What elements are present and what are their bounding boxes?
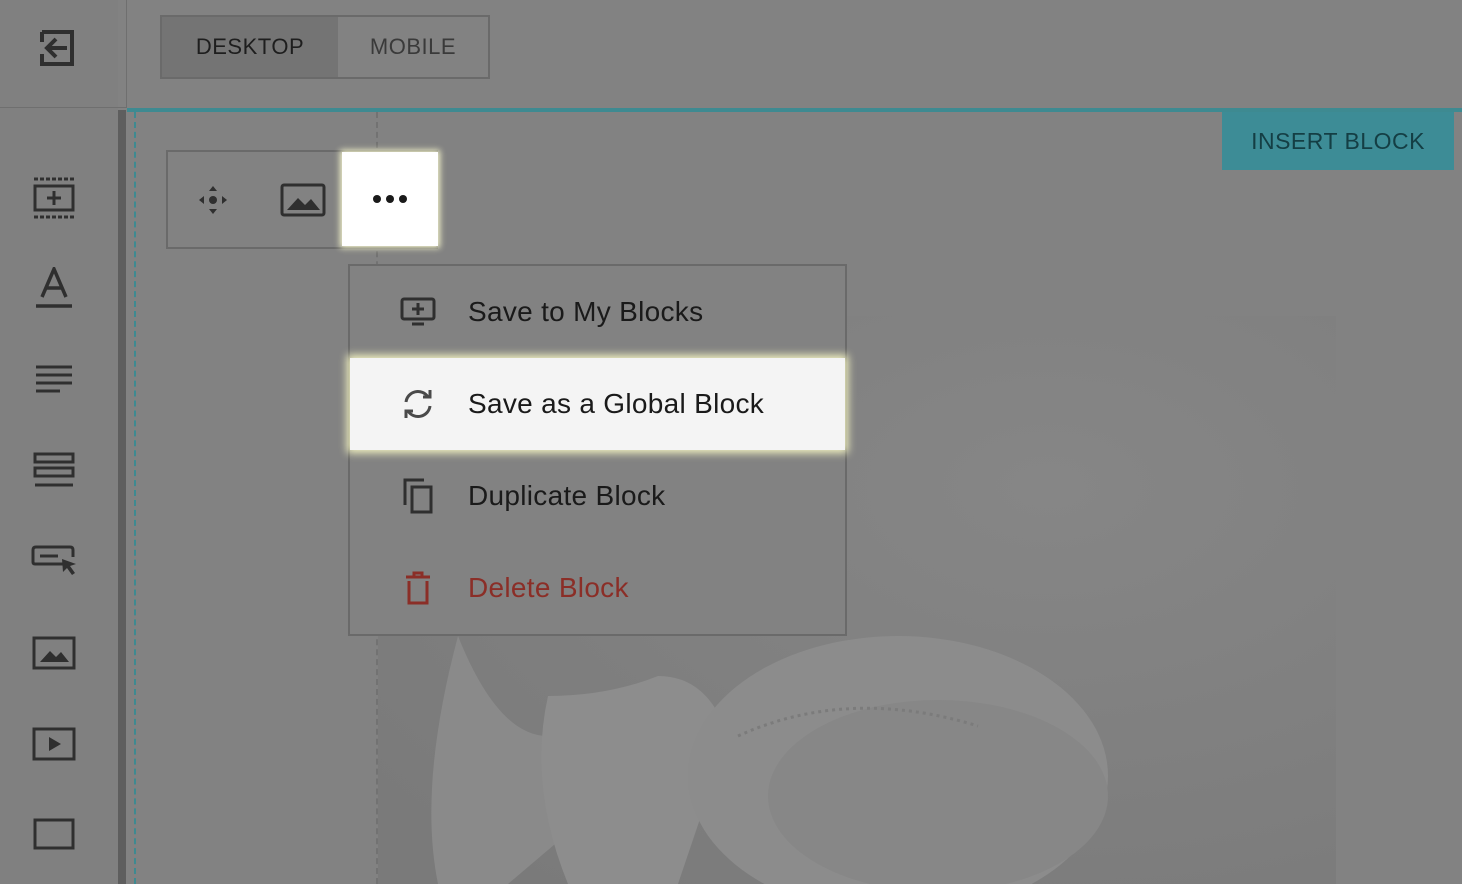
view-mode-toggle: DESKTOP MOBILE	[160, 15, 490, 79]
menu-item-label: Duplicate Block	[468, 480, 666, 511]
save-to-blocks-icon	[398, 292, 438, 332]
sidebar-scrollbar[interactable]	[118, 110, 126, 884]
exit-button[interactable]	[34, 26, 80, 70]
video-tool[interactable]	[26, 716, 82, 772]
sync-icon	[398, 384, 438, 424]
more-options-button[interactable]	[342, 152, 438, 246]
paragraph-tool[interactable]	[26, 352, 82, 408]
block-options-menu: Save to My Blocks Save as a Global Block…	[348, 264, 847, 636]
button-icon	[31, 545, 76, 575]
insert-block-button[interactable]: INSERT BLOCK	[1222, 112, 1454, 170]
heading-tool[interactable]	[26, 260, 82, 316]
menu-item-delete-block[interactable]: Delete Block	[350, 542, 845, 634]
duplicate-icon	[398, 476, 438, 516]
button-tool[interactable]	[26, 534, 82, 590]
image-icon	[32, 636, 76, 670]
move-block-button[interactable]	[168, 152, 258, 247]
change-image-button[interactable]	[258, 152, 348, 247]
image-tool[interactable]	[26, 625, 82, 681]
menu-item-save-as-global-block[interactable]: Save as a Global Block	[350, 358, 845, 450]
container-icon	[33, 818, 75, 850]
image-icon	[280, 183, 326, 216]
move-icon	[199, 185, 227, 214]
paragraph-icon	[36, 365, 72, 393]
trash-icon	[398, 568, 438, 608]
heading-icon	[36, 267, 72, 308]
add-section-tool[interactable]	[26, 170, 82, 226]
video-icon	[32, 727, 76, 761]
exit-icon	[40, 30, 74, 66]
desktop-view-button[interactable]: DESKTOP	[162, 17, 338, 77]
menu-item-duplicate-block[interactable]: Duplicate Block	[350, 450, 845, 542]
more-options-icon	[373, 195, 407, 203]
container-tool[interactable]	[26, 806, 82, 862]
mobile-view-button[interactable]: MOBILE	[338, 17, 488, 77]
menu-item-label: Save as a Global Block	[468, 388, 765, 419]
layout-tool[interactable]	[26, 443, 82, 499]
menu-item-label: Delete Block	[468, 572, 629, 603]
menu-item-label: Save to My Blocks	[468, 296, 704, 327]
menu-item-save-to-my-blocks[interactable]: Save to My Blocks	[350, 266, 845, 358]
layout-rows-icon	[33, 452, 75, 487]
canvas-left-guide	[134, 112, 136, 884]
add-section-icon	[33, 177, 75, 219]
